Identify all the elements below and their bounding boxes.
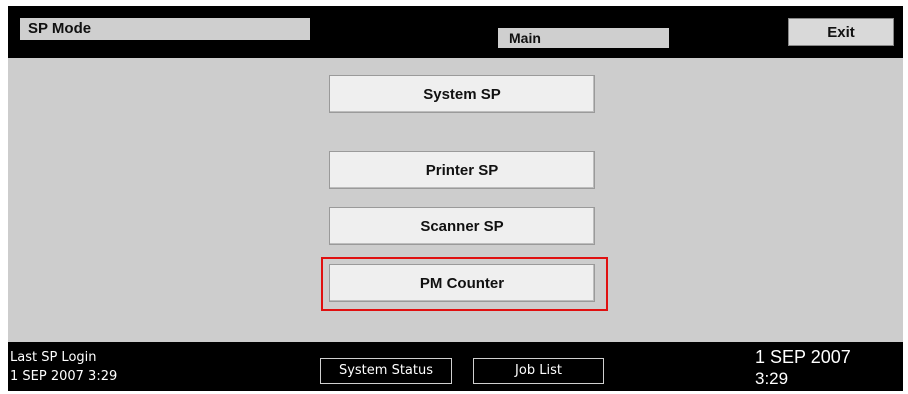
job-list-button[interactable]: Job List xyxy=(473,358,604,384)
screen-label: Main xyxy=(498,28,669,48)
printer-sp-button[interactable]: Printer SP xyxy=(329,151,595,189)
system-status-button[interactable]: System Status xyxy=(320,358,452,384)
pm-counter-button[interactable]: PM Counter xyxy=(329,264,595,302)
last-login-date: 1 SEP 2007 3:29 xyxy=(10,369,118,384)
scanner-sp-button[interactable]: Scanner SP xyxy=(329,207,595,245)
system-sp-button[interactable]: System SP xyxy=(329,75,595,113)
clock-date: 1 SEP 2007 xyxy=(755,347,851,367)
last-login-label: Last SP Login xyxy=(10,350,97,365)
exit-button[interactable]: Exit xyxy=(788,18,894,46)
clock-time: 3:29 xyxy=(755,369,789,388)
mode-title: SP Mode xyxy=(20,18,310,40)
